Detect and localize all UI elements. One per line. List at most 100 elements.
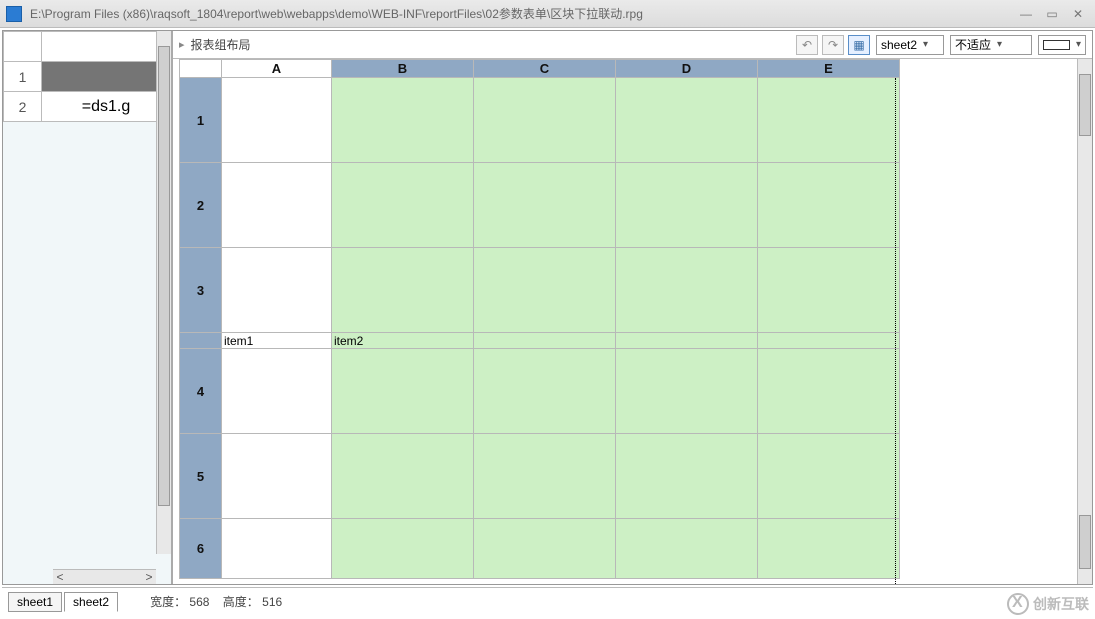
grid-toggle-button[interactable]: ▦ [848, 35, 870, 55]
left-grid[interactable]: 1 2 =ds1.g < > [3, 31, 171, 584]
cell[interactable] [332, 434, 474, 519]
cell[interactable] [616, 78, 758, 163]
cell[interactable] [222, 519, 332, 579]
cell[interactable] [758, 78, 900, 163]
mini-row[interactable]: 1 [4, 62, 171, 92]
color-select[interactable]: ▾ [1038, 35, 1086, 55]
col-header-e[interactable]: E [758, 60, 900, 78]
report-grid-wrap: ABCDE 123item1item2 456 [173, 59, 1092, 584]
right-panel: ⋮⋮ ▸ 报表组布局 ↶ ↷ ▦ sheet2 ▾ 不适应 ▾ ▾ ABCDE1… [173, 31, 1092, 584]
row-header-2[interactable]: 2 [180, 163, 222, 248]
cell[interactable] [758, 333, 900, 349]
scroll-thumb[interactable] [158, 46, 170, 506]
page-break-line [895, 78, 896, 584]
watermark-text: 创新互联 [1033, 594, 1089, 614]
main-area: 1 2 =ds1.g < > ⋮⋮ ▸ 报表组布局 ↶ ↷ ▦ [2, 30, 1093, 585]
maximize-button[interactable]: ▭ [1041, 5, 1063, 23]
left-panel: 1 2 =ds1.g < > [3, 31, 173, 584]
cell-item1[interactable]: item1 [222, 333, 332, 349]
right-scrollbar-v[interactable] [1077, 59, 1092, 584]
chevron-down-icon: ▾ [997, 39, 1002, 50]
cell[interactable] [222, 78, 332, 163]
cell[interactable] [758, 163, 900, 248]
width-value: 568 [189, 595, 209, 609]
left-scrollbar-v[interactable] [156, 31, 171, 554]
cell[interactable] [616, 519, 758, 579]
scroll-thumb[interactable] [1079, 74, 1091, 136]
cell[interactable] [616, 434, 758, 519]
cell[interactable] [474, 434, 616, 519]
mini-cell-1[interactable] [42, 62, 171, 92]
cell[interactable] [474, 333, 616, 349]
sheet-tab-sheet1[interactable]: sheet1 [8, 592, 62, 612]
cell-item2[interactable]: item2 [332, 333, 474, 349]
cell[interactable] [474, 349, 616, 434]
cell[interactable] [222, 163, 332, 248]
cell[interactable] [332, 163, 474, 248]
close-button[interactable]: ✕ [1067, 5, 1089, 23]
grid-corner [180, 60, 222, 78]
mini-cell-2[interactable]: =ds1.g [42, 92, 171, 122]
app-icon [6, 6, 22, 22]
cell[interactable] [474, 163, 616, 248]
redo-button[interactable]: ↷ [822, 35, 844, 55]
cell[interactable] [616, 333, 758, 349]
color-swatch [1043, 40, 1070, 50]
cell[interactable] [758, 349, 900, 434]
cell[interactable] [474, 78, 616, 163]
row-header-5[interactable]: 5 [180, 434, 222, 519]
row-header-3[interactable]: 3 [180, 248, 222, 333]
row-header-6[interactable]: 6 [180, 519, 222, 579]
row-header-1[interactable]: 1 [180, 78, 222, 163]
height-label: 高度： [223, 595, 259, 609]
layout-toolbar: ▸ 报表组布局 ↶ ↷ ▦ sheet2 ▾ 不适应 ▾ ▾ [173, 31, 1092, 59]
sheet-select[interactable]: sheet2 ▾ [876, 35, 944, 55]
col-header-d[interactable]: D [616, 60, 758, 78]
col-header-c[interactable]: C [474, 60, 616, 78]
height-value: 516 [262, 595, 282, 609]
cell[interactable] [758, 519, 900, 579]
window-title: E:\Program Files (x86)\raqsoft_1804\repo… [30, 5, 1015, 22]
cell[interactable] [616, 248, 758, 333]
scroll-thumb[interactable] [1079, 515, 1091, 569]
expand-icon[interactable]: ▸ [179, 38, 185, 51]
mini-row[interactable]: 2 =ds1.g [4, 92, 171, 122]
cell[interactable] [222, 248, 332, 333]
cell[interactable] [332, 519, 474, 579]
cell[interactable] [758, 248, 900, 333]
sheet-tab-sheet2[interactable]: sheet2 [64, 592, 118, 612]
chevron-down-icon: ▾ [923, 39, 928, 50]
left-scrollbar-h[interactable]: < > [53, 569, 156, 584]
cell[interactable] [616, 349, 758, 434]
cell[interactable] [222, 434, 332, 519]
minimize-button[interactable]: — [1015, 5, 1037, 23]
cell[interactable] [474, 519, 616, 579]
dimension-info: 宽度： 568 高度： 516 [150, 593, 282, 610]
cell[interactable] [758, 434, 900, 519]
report-grid[interactable]: ABCDE 123item1item2 456 [179, 59, 900, 579]
fit-select[interactable]: 不适应 ▾ [950, 35, 1032, 55]
titlebar: E:\Program Files (x86)\raqsoft_1804\repo… [0, 0, 1095, 28]
cell[interactable] [332, 78, 474, 163]
scroll-right-icon[interactable]: > [142, 570, 156, 584]
cell[interactable] [474, 248, 616, 333]
cell[interactable] [222, 349, 332, 434]
scroll-left-icon[interactable]: < [53, 570, 67, 584]
mini-row-hdr-2: 2 [4, 92, 42, 122]
watermark: 创新互联 [1007, 593, 1089, 615]
col-header-b[interactable]: B [332, 60, 474, 78]
sheet-select-value: sheet2 [881, 38, 917, 52]
bottom-bar: sheet1sheet2 宽度： 568 高度： 516 [2, 587, 1093, 615]
width-label: 宽度： [150, 595, 186, 609]
cell[interactable] [332, 349, 474, 434]
mini-col-header [42, 32, 171, 62]
mini-corner [4, 32, 42, 62]
col-header-a[interactable]: A [222, 60, 332, 78]
toolbar-title: 报表组布局 [191, 36, 792, 53]
row-header-4[interactable]: 4 [180, 349, 222, 434]
cell[interactable] [332, 248, 474, 333]
row-header-item[interactable] [180, 333, 222, 349]
cell[interactable] [616, 163, 758, 248]
chevron-down-icon: ▾ [1076, 39, 1081, 50]
undo-button[interactable]: ↶ [796, 35, 818, 55]
